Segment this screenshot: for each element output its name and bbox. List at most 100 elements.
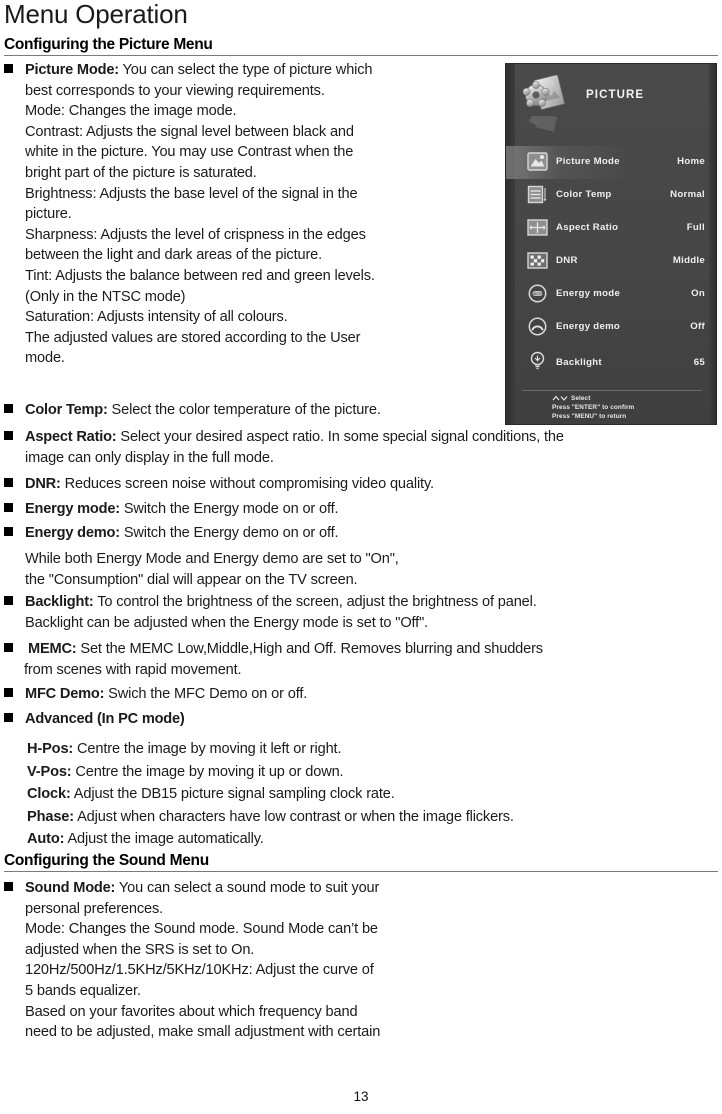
text-line: Mode: Changes the image mode. <box>25 103 237 120</box>
text-line: Select your desired aspect ratio. In som… <box>116 429 564 445</box>
text-line: white in the picture. You may use Contra… <box>25 144 354 161</box>
term-v-pos: V-Pos: <box>27 763 72 780</box>
bullet-square-icon <box>4 64 13 73</box>
text-line: The adjusted values are stored according… <box>25 329 361 346</box>
osd-label: Energy demo <box>556 321 621 332</box>
bullet-square-icon <box>4 404 13 413</box>
osd-footer-confirm: Press "ENTER" to confirm <box>552 404 635 412</box>
text-line: You can select a sound mode to suit your <box>115 880 380 896</box>
manual-page: Menu Operation Configuring the Picture M… <box>0 0 722 1114</box>
osd-footer-return: Press "MENU" to return <box>552 412 627 420</box>
osd-row-energy-demo[interactable]: Energy demo Off <box>506 311 716 344</box>
osd-label: Color Temp <box>556 189 612 200</box>
list-item-color-temp: Color Temp: Select the color temperature… <box>4 400 504 421</box>
osd-row-energy-mode[interactable]: ON/OFF Energy mode On <box>506 278 716 311</box>
backlight-icon <box>527 350 548 370</box>
energy-demo-icon <box>527 317 548 336</box>
list-item-dnr: DNR: Reduces screen noise without compro… <box>4 474 604 495</box>
term-auto: Auto: <box>27 831 65 848</box>
text-line: Adjust the image automatically. <box>64 831 264 848</box>
text-line: Select the color temperature of the pict… <box>107 402 381 418</box>
term-phase: Phase: <box>27 808 74 825</box>
text-line: Switch the Energy demo on or off. <box>119 525 339 541</box>
list-item-h-pos: H-Pos: Centre the image by moving it lef… <box>27 738 687 761</box>
text-line: Sharpness: Adjusts the level of crispnes… <box>25 226 366 243</box>
tv-osd-panel: PICTURE Picture Mode Home Color Temp Nor… <box>505 63 717 425</box>
text-line: personal preferences. <box>25 900 164 917</box>
section-heading-sound: Configuring the Sound Menu <box>4 852 718 872</box>
term-memc: MEMC: <box>28 641 77 657</box>
text-line: Adjust the DB15 picture signal sampling … <box>70 786 395 803</box>
text-line: Adjust when characters have low contrast… <box>73 808 514 825</box>
term-backlight: Backlight: <box>25 594 94 610</box>
page-title: Menu Operation <box>4 0 188 29</box>
text-line: from scenes with rapid movement. <box>24 661 242 678</box>
list-item-aspect-ratio: Aspect Ratio: Select your desired aspect… <box>4 427 718 468</box>
term-energy-demo: Energy demo: <box>25 525 120 541</box>
term-sound-mode: Sound Mode: <box>25 880 116 896</box>
list-item-auto: Auto: Adjust the image automatically. <box>27 828 687 851</box>
osd-row-aspect-ratio[interactable]: Aspect Ratio Full <box>506 212 716 245</box>
term-clock: Clock: <box>27 786 71 803</box>
text-line: image can only display in the full mode. <box>25 449 274 466</box>
osd-value: Off <box>690 321 705 332</box>
bullet-square-icon <box>4 882 13 891</box>
term-aspect-ratio: Aspect Ratio: <box>25 429 117 445</box>
text-line: Switch the Energy mode on or off. <box>119 501 339 517</box>
list-item-clock: Clock: Adjust the DB15 picture signal sa… <box>27 783 687 806</box>
osd-value: Middle <box>672 255 705 266</box>
section-heading-picture: Configuring the Picture Menu <box>4 36 718 56</box>
osd-footer-select-line: Select <box>552 395 634 404</box>
list-item-phase: Phase: Adjust when characters have low c… <box>27 806 687 829</box>
advanced-sublist: H-Pos: Centre the image by moving it lef… <box>27 738 687 851</box>
osd-footer-select-label: Select <box>571 395 591 402</box>
osd-value: Normal <box>670 189 705 200</box>
osd-row-picture-mode[interactable]: Picture Mode Home <box>506 146 716 179</box>
color-temp-icon <box>527 185 548 204</box>
text-line: need to be adjusted, make small adjustme… <box>25 1024 381 1041</box>
bullet-square-icon <box>4 478 13 487</box>
list-item-energy-demo: Energy demo: Switch the Energy demo on o… <box>4 523 604 544</box>
bullet-square-icon <box>4 527 13 536</box>
list-item-v-pos: V-Pos: Centre the image by moving it up … <box>27 761 687 784</box>
list-item-backlight: Backlight: To control the brightness of … <box>4 592 718 633</box>
text-line: Reduces screen noise without compromisin… <box>60 476 435 492</box>
text-line: To control the brightness of the screen,… <box>93 594 537 610</box>
osd-row-backlight[interactable]: Backlight 65 <box>506 347 716 380</box>
osd-label: Picture Mode <box>556 156 620 167</box>
bullet-square-icon <box>4 688 13 697</box>
text-line: Based on your favorites about which freq… <box>25 1003 358 1020</box>
osd-title: PICTURE <box>586 89 645 101</box>
osd-label: Energy mode <box>556 288 621 299</box>
osd-header: PICTURE <box>506 64 716 132</box>
text-line: 5 bands equalizer. <box>25 982 141 999</box>
text-line: (Only in the NTSC mode) <box>25 288 186 305</box>
text-line: Swich the MFC Demo on or off. <box>104 686 308 702</box>
osd-footer: Select Press "ENTER" to confirm Press "M… <box>552 395 634 421</box>
page-number: 13 <box>353 1089 369 1104</box>
text-line: between the light and dark areas of the … <box>25 247 323 264</box>
bullet-square-icon <box>4 431 13 440</box>
up-down-chevron-icon <box>552 395 568 404</box>
term-advanced: Advanced (In PC mode) <box>25 711 185 727</box>
text-line: picture. <box>25 206 72 223</box>
osd-label: Backlight <box>556 357 602 368</box>
list-item-sound-mode: Sound Mode: You can select a sound mode … <box>4 878 504 1043</box>
bullet-square-icon <box>4 643 13 652</box>
list-item-memc: MEMC: Set the MEMC Low,Middle,High and O… <box>4 639 718 680</box>
list-item-advanced: Advanced (In PC mode) <box>4 709 604 730</box>
osd-value: 65 <box>693 357 705 368</box>
osd-value: Full <box>686 222 705 233</box>
text-line: the "Consumption" dial will appear on th… <box>25 571 358 588</box>
bullet-square-icon <box>4 596 13 605</box>
osd-label: DNR <box>556 255 578 266</box>
picture-settings-icon <box>523 75 569 119</box>
text-line: Centre the image by moving it up or down… <box>71 763 344 780</box>
text-line: best corresponds to your viewing require… <box>25 82 325 99</box>
text-line: Tint: Adjusts the balance between red an… <box>25 267 375 284</box>
term-energy-mode: Energy mode: <box>25 501 120 517</box>
osd-row-color-temp[interactable]: Color Temp Normal <box>506 179 716 212</box>
text-line: bright part of the picture is saturated. <box>25 164 257 181</box>
osd-row-dnr[interactable]: DNR Middle <box>506 245 716 278</box>
list-item-energy-mode: Energy mode: Switch the Energy mode on o… <box>4 499 604 520</box>
